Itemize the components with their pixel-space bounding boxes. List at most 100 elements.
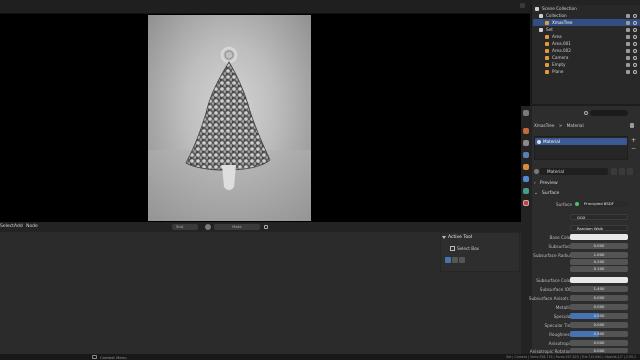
subsurface-ior-field[interactable]: 1.400	[570, 286, 628, 292]
tool-tab-icon[interactable]	[523, 110, 529, 116]
subsurface-field[interactable]: 0.000	[570, 243, 628, 249]
output-tab-icon[interactable]	[523, 140, 529, 146]
anisotropic-rotation-field[interactable]: 0.000	[570, 348, 628, 353]
base-color-swatch[interactable]	[570, 234, 628, 240]
visibility-eye-icon[interactable]	[633, 20, 637, 25]
specular-label: Specular	[553, 314, 572, 319]
tree-body	[185, 61, 271, 171]
unlink-icon[interactable]	[627, 168, 633, 175]
tree-star-ring	[220, 46, 238, 64]
specular-tint-field[interactable]: 0.000	[570, 322, 628, 328]
subsurface-radius-z-field[interactable]: 0.100	[570, 266, 628, 272]
visibility-eye-icon[interactable]	[633, 62, 637, 67]
outliner-row[interactable]: Scene Collection	[533, 5, 640, 12]
outliner-row[interactable]: Empty	[533, 61, 640, 68]
menu-node[interactable]: Node	[26, 224, 38, 229]
fake-user-icon[interactable]	[611, 168, 617, 175]
subsurface-anisotropy-field[interactable]: 0.000	[570, 295, 628, 301]
subsurface-radius-y-field[interactable]: 0.200	[570, 259, 628, 265]
disable-render-icon[interactable]	[626, 55, 630, 60]
outliner-row[interactable]: Plane	[533, 68, 640, 75]
disable-render-icon[interactable]	[626, 69, 630, 74]
subsurface-method-dropdown[interactable]: Random Walk	[570, 225, 628, 231]
subsurface-ior-label: Subsurface IOR	[539, 287, 572, 292]
breadcrumb-separator: >	[558, 123, 563, 128]
physics-tab-icon[interactable]	[523, 176, 529, 182]
mouse-icon	[92, 355, 97, 359]
subsurface-color-swatch[interactable]	[570, 277, 628, 283]
constraints-tab-icon[interactable]	[523, 188, 529, 194]
subsurface-radius-x-field[interactable]: 1.000	[570, 252, 628, 258]
disable-render-icon[interactable]	[626, 13, 630, 18]
breadcrumb-object: XmasTree	[534, 123, 555, 128]
disable-render-icon[interactable]	[626, 20, 630, 25]
visibility-eye-icon[interactable]	[633, 27, 637, 32]
view-gizmo-icon[interactable]	[520, 3, 525, 8]
disable-render-icon[interactable]	[626, 62, 630, 67]
surface-section-header[interactable]: ⌄ Surface	[534, 191, 559, 196]
disable-render-icon[interactable]	[626, 41, 630, 46]
slot-dropdown[interactable]: Slot	[172, 224, 198, 230]
visibility-eye-icon[interactable]	[633, 48, 637, 53]
properties-search-input[interactable]	[590, 110, 628, 116]
object-tab-icon[interactable]	[523, 164, 529, 170]
anisotropic-field[interactable]: 0.000	[570, 340, 628, 346]
select-mode-new-icon[interactable]	[445, 257, 451, 263]
outliner-row[interactable]: Camera	[533, 54, 640, 61]
material-slot-item[interactable]: Material	[535, 138, 627, 145]
scene-statistics: Set | Camera | Verts:358,716 | Faces:357…	[506, 354, 636, 359]
outliner-row[interactable]: Area.002	[533, 47, 640, 54]
subsurface-anisotropy-label: Subsurface Anisotr...	[528, 296, 572, 301]
metallic-field[interactable]: 0.000	[570, 304, 628, 310]
disable-render-icon[interactable]	[626, 27, 630, 32]
breadcrumb: XmasTree > Material	[534, 123, 584, 128]
outliner-row[interactable]: Collection	[533, 12, 640, 19]
scene-collection-icon	[535, 7, 539, 11]
outliner-row[interactable]: Area.001	[533, 40, 640, 47]
disable-render-icon[interactable]	[626, 34, 630, 39]
select-box-label: Select Box	[457, 246, 480, 251]
collection-icon	[539, 14, 543, 18]
material-name-field[interactable]: Mate	[214, 224, 260, 230]
menu-add[interactable]: Add	[14, 224, 23, 229]
subsurface-color-label: Subsurface Color	[536, 278, 572, 283]
remove-slot-button[interactable]: −	[631, 146, 637, 152]
add-slot-button[interactable]: +	[631, 138, 637, 144]
collapse-arrow-icon[interactable]	[442, 236, 446, 239]
render-tab-icon[interactable]	[523, 128, 529, 134]
material-name-field[interactable]: Material	[540, 168, 608, 175]
roughness-slider[interactable]: 0.500	[570, 331, 628, 337]
base-color-label: Base Color	[549, 235, 572, 240]
subsurface-radius-label: Subsurface Radius	[533, 253, 572, 258]
visibility-eye-icon[interactable]	[633, 13, 637, 18]
surface-label: Surface	[556, 202, 572, 207]
browse-material-icon[interactable]	[534, 169, 539, 174]
scene-tab-icon[interactable]	[523, 152, 529, 158]
visibility-eye-icon[interactable]	[633, 69, 637, 74]
disable-render-icon[interactable]	[626, 48, 630, 53]
roughness-label: Roughness	[549, 332, 572, 337]
material-sphere-icon	[205, 224, 211, 230]
outliner-row-selected[interactable]: XmasTree	[533, 19, 640, 26]
light-icon	[545, 49, 549, 53]
visibility-eye-icon[interactable]	[633, 55, 637, 60]
surface-shader-field[interactable]: Principled BSDF	[581, 201, 628, 207]
visibility-eye-icon[interactable]	[633, 34, 637, 39]
search-icon	[584, 111, 588, 115]
pin-icon[interactable]	[630, 123, 634, 128]
metallic-label: Metallic	[555, 305, 572, 310]
select-mode-extend-icon[interactable]	[452, 257, 458, 263]
preview-section-header[interactable]: › Preview	[534, 181, 558, 186]
visibility-eye-icon[interactable]	[633, 41, 637, 46]
outliner-row[interactable]: Area	[533, 33, 640, 40]
light-icon	[545, 42, 549, 46]
distribution-dropdown[interactable]: GGX	[570, 214, 628, 220]
duplicate-icon[interactable]	[619, 168, 625, 175]
menu-select[interactable]: Select	[0, 224, 14, 229]
light-icon	[545, 35, 549, 39]
select-mode-subtract-icon[interactable]	[459, 257, 465, 263]
pin-icon[interactable]	[264, 225, 268, 229]
outliner-row[interactable]: Set	[533, 26, 640, 33]
xmas-tree-model[interactable]	[148, 15, 311, 221]
specular-slider[interactable]: 0.500	[570, 313, 628, 319]
